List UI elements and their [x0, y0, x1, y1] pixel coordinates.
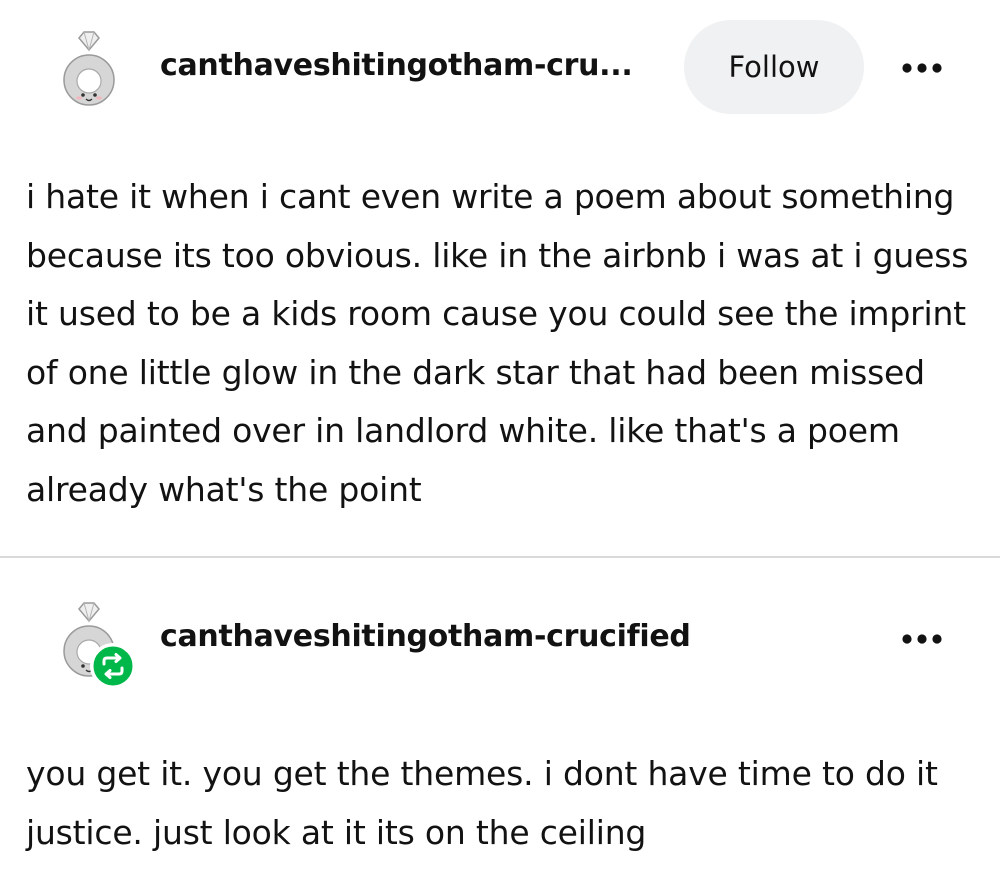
post-body: i hate it when i cant even write a poem … — [26, 177, 969, 509]
post-header: canthaveshitingotham-cru... Follow — [0, 0, 1000, 140]
post-original: canthaveshitingotham-cru... Follow i hat… — [0, 0, 1000, 558]
post-body: you get it. you get the themes. i dont h… — [26, 754, 938, 852]
more-options-button[interactable] — [890, 624, 954, 654]
username[interactable]: canthaveshitingotham-cru... — [160, 48, 633, 83]
post-reblog: canthaveshitingotham-crucified you get i… — [0, 557, 1000, 894]
follow-button[interactable]: Follow — [684, 20, 864, 114]
reblog-badge — [90, 643, 136, 689]
avatar[interactable] — [48, 28, 130, 110]
more-horizontal-icon — [902, 63, 942, 73]
username[interactable]: canthaveshitingotham-crucified — [160, 619, 691, 654]
ring-plush-avatar-icon — [63, 31, 115, 106]
more-options-button[interactable] — [890, 53, 954, 83]
post-header: canthaveshitingotham-crucified — [0, 557, 1000, 697]
reblog-icon — [90, 643, 136, 689]
more-horizontal-icon — [902, 634, 942, 644]
